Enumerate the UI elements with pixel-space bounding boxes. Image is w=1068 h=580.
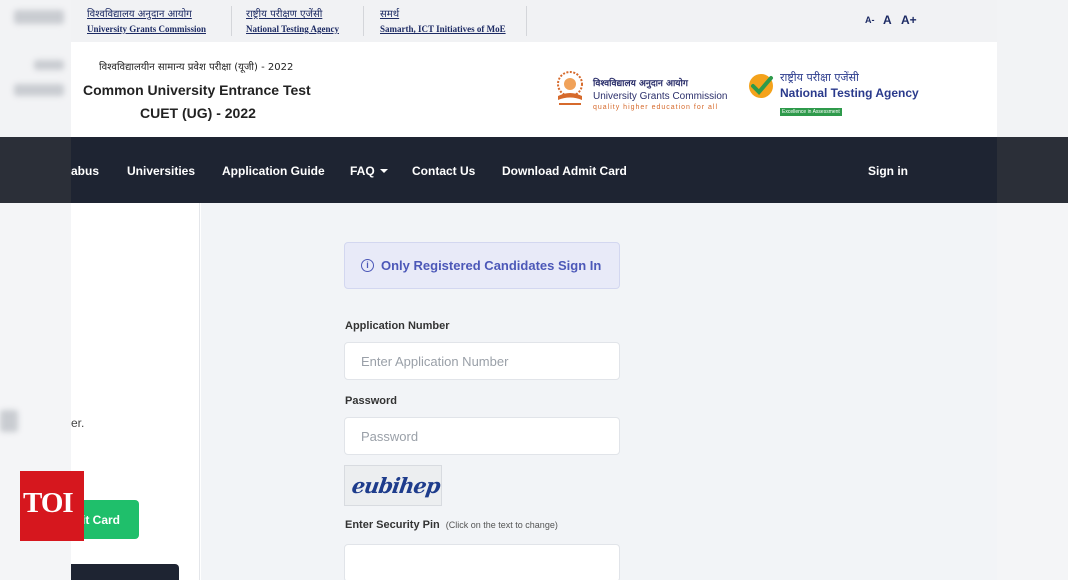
security-pin-input[interactable] bbox=[344, 544, 620, 580]
nta-top-link-english: National Testing Agency bbox=[246, 24, 340, 34]
nav-item-download-admit-card[interactable]: Download Admit Card bbox=[502, 164, 627, 178]
font-increase-button[interactable]: A+ bbox=[901, 13, 917, 27]
nav-item-universities[interactable]: Universities bbox=[127, 164, 195, 178]
nta-check-icon bbox=[749, 74, 773, 98]
toi-watermark-text: TOI bbox=[23, 487, 74, 519]
ugc-logo-tagline: quality higher education for all bbox=[593, 104, 719, 111]
header-hindi-title: विश्वविद्यालयीन सामान्य प्रवेश परीक्षा (… bbox=[99, 62, 294, 73]
nav-item-syllabus[interactable]: abus bbox=[71, 164, 99, 178]
nta-top-link[interactable]: राष्ट्रीय परीक्षण एजेंसी National Testin… bbox=[246, 6, 339, 34]
main-navbar: abus Universities Application Guide FAQ … bbox=[71, 137, 997, 203]
nta-logo-english: National Testing Agency bbox=[780, 86, 919, 100]
font-decrease-button[interactable]: A- bbox=[865, 15, 875, 25]
ugc-top-link[interactable]: विश्वविद्यालय अनुदान आयोग University Gra… bbox=[87, 6, 206, 34]
font-normal-button[interactable]: A bbox=[883, 13, 892, 27]
nav-item-application-guide[interactable]: Application Guide bbox=[222, 164, 325, 178]
ugc-emblem-icon bbox=[557, 71, 583, 105]
left-pane-text: er. bbox=[71, 416, 85, 430]
admit-card-button-label: it Card bbox=[82, 513, 121, 527]
ugc-logo-text: विश्वविद्यालय अनुदान आयोग University Gra… bbox=[593, 76, 727, 111]
ugc-top-link-english: University Grants Commission bbox=[87, 24, 206, 34]
top-strip: विश्वविद्यालय अनुदान आयोग University Gra… bbox=[71, 0, 997, 42]
nta-logo-tagline: Excellence in Assessment bbox=[780, 108, 842, 116]
dark-button[interactable] bbox=[71, 564, 179, 580]
toi-watermark: TOI bbox=[20, 471, 84, 541]
top-divider bbox=[363, 6, 364, 36]
captcha-image[interactable]: eubihep bbox=[344, 465, 442, 506]
captcha-text: eubihep bbox=[350, 473, 442, 498]
top-divider bbox=[231, 6, 232, 36]
background-right bbox=[997, 0, 1068, 580]
top-divider bbox=[526, 6, 527, 36]
header-title: Common University Entrance Test bbox=[83, 82, 311, 98]
info-icon: i bbox=[361, 259, 374, 272]
signin-alert-text: Only Registered Candidates Sign In bbox=[381, 258, 602, 273]
samarth-top-link-hindi: समर्थ bbox=[380, 9, 400, 20]
application-number-input[interactable] bbox=[344, 342, 620, 380]
security-pin-label: Enter Security Pin (Click on the text to … bbox=[345, 519, 558, 531]
signin-alert: i Only Registered Candidates Sign In bbox=[344, 242, 620, 289]
password-label: Password bbox=[345, 395, 397, 407]
nav-item-contact-us[interactable]: Contact Us bbox=[412, 164, 475, 178]
site-header: विश्वविद्यालयीन सामान्य प्रवेश परीक्षा (… bbox=[71, 42, 997, 137]
nta-top-link-hindi: राष्ट्रीय परीक्षण एजेंसी bbox=[246, 9, 323, 20]
nav-item-faq[interactable]: FAQ bbox=[350, 164, 388, 178]
left-pane: er. it Card bbox=[71, 203, 200, 580]
sign-in-link[interactable]: Sign in bbox=[868, 164, 908, 178]
ugc-top-link-hindi: विश्वविद्यालय अनुदान आयोग bbox=[87, 9, 192, 20]
ugc-logo-english: University Grants Commission bbox=[593, 91, 728, 102]
ugc-logo-hindi: विश्वविद्यालय अनुदान आयोग bbox=[593, 79, 688, 89]
security-pin-label-text: Enter Security Pin bbox=[345, 519, 440, 531]
password-input[interactable] bbox=[344, 417, 620, 455]
security-pin-hint: (Click on the text to change) bbox=[445, 520, 558, 530]
caret-down-icon bbox=[379, 169, 388, 173]
header-subtitle: CUET (UG) - 2022 bbox=[140, 105, 256, 121]
samarth-top-link[interactable]: समर्थ Samarth, ICT Initiatives of MoE bbox=[380, 6, 506, 34]
nta-logo-text: राष्ट्रीय परीक्षा एजेंसी National Testin… bbox=[780, 70, 919, 118]
nav-item-faq-label: FAQ bbox=[350, 164, 375, 178]
samarth-top-link-english: Samarth, ICT Initiatives of MoE bbox=[380, 24, 506, 34]
application-number-label: Application Number bbox=[345, 320, 450, 332]
nta-logo-hindi: राष्ट्रीय परीक्षा एजेंसी bbox=[780, 71, 859, 84]
page-frame: विश्वविद्यालय अनुदान आयोग University Gra… bbox=[71, 0, 997, 580]
signin-panel: i Only Registered Candidates Sign In App… bbox=[201, 203, 997, 580]
